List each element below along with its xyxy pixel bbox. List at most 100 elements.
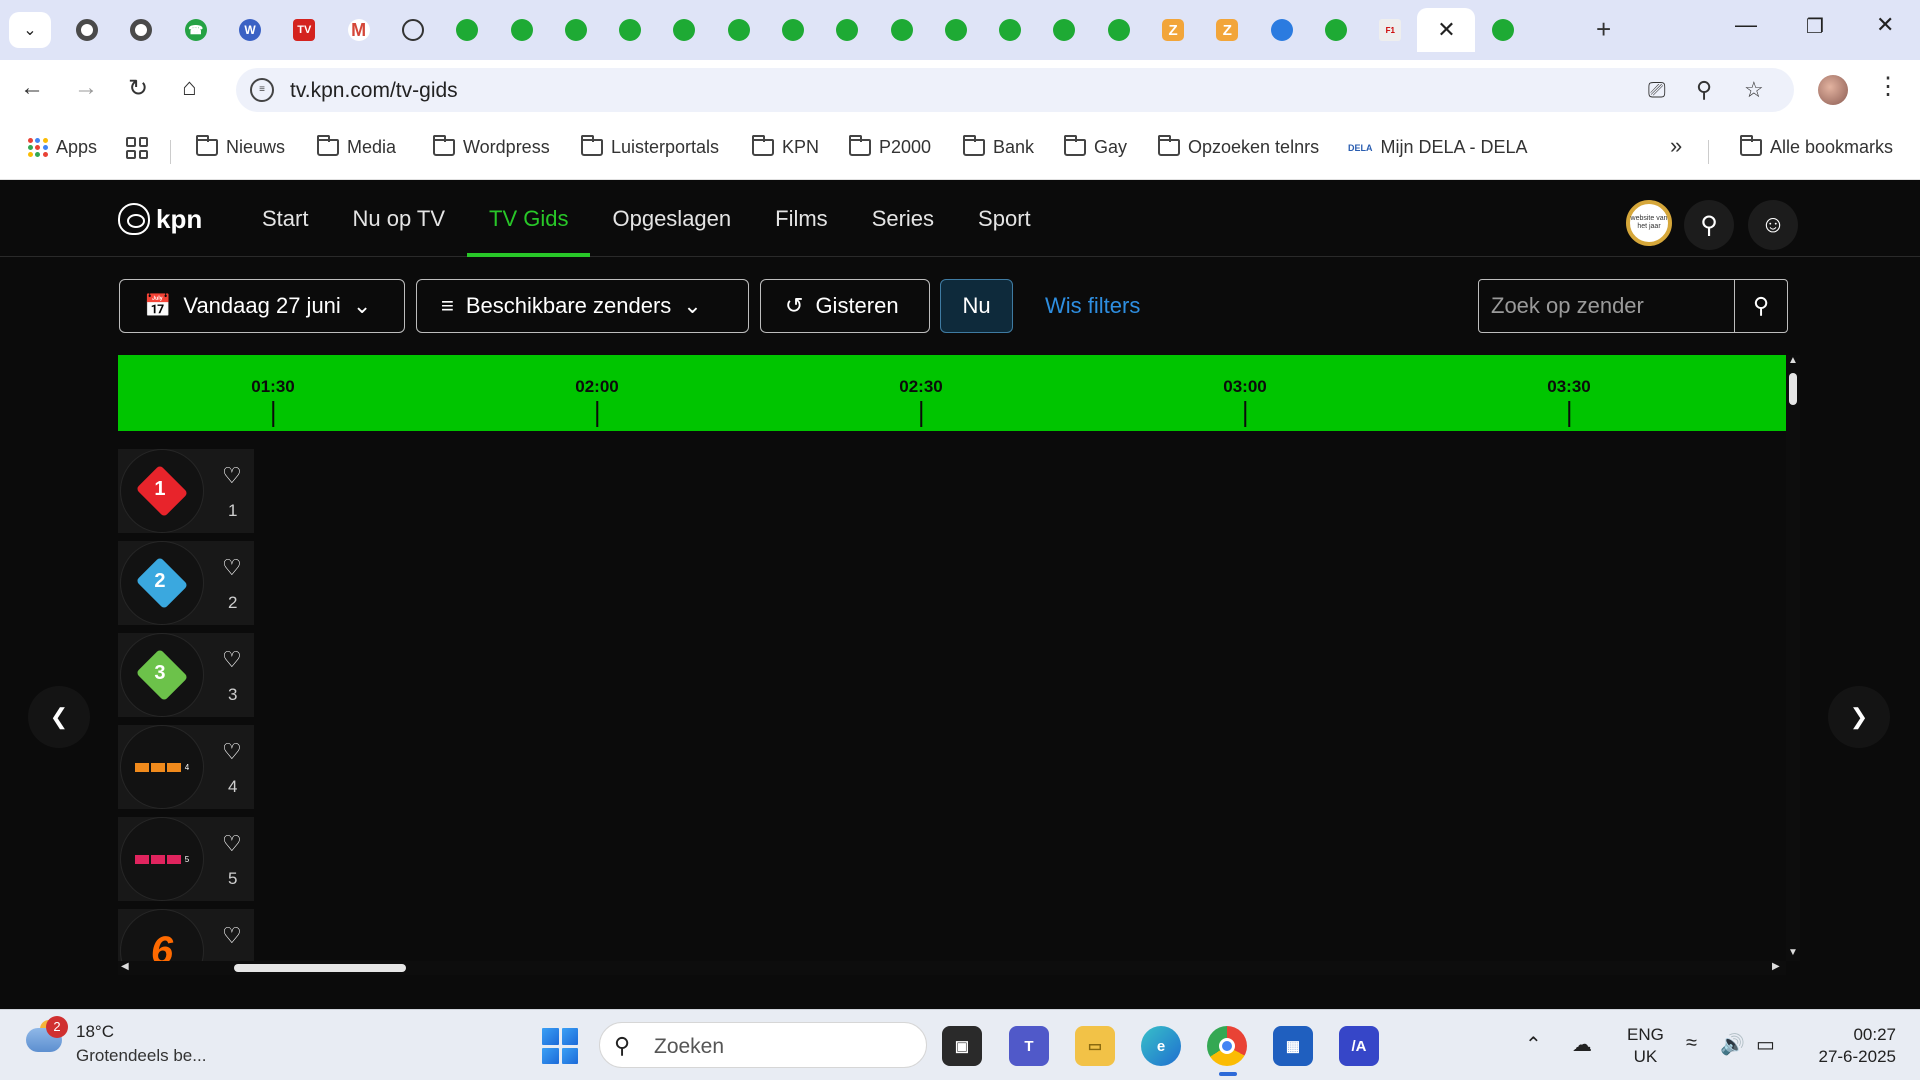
browser-tab[interactable]: ✕	[1417, 8, 1476, 52]
channel-row[interactable]: 2 ♡ 2	[118, 541, 254, 625]
channel-search-input[interactable]	[1479, 280, 1735, 332]
channel-logo[interactable]: 2	[120, 541, 204, 625]
browser-tab[interactable]: ☎	[169, 8, 223, 52]
browser-tab[interactable]	[929, 8, 983, 52]
restore-button[interactable]: ❐	[1806, 14, 1824, 39]
browser-tab[interactable]	[1309, 8, 1363, 52]
zoom-icon[interactable]: ⚲	[1696, 77, 1712, 103]
scroll-down-arrow[interactable]: ▼	[1788, 947, 1798, 958]
horizontal-scroll-thumb[interactable]	[234, 964, 406, 972]
store-app[interactable]: ▦	[1273, 1026, 1313, 1066]
previous-time-button[interactable]: ❮	[28, 686, 90, 748]
scroll-up-arrow[interactable]: ▲	[1788, 355, 1798, 366]
tray-overflow-icon[interactable]: ⌃	[1525, 1032, 1542, 1057]
browser-tab[interactable]	[1037, 8, 1091, 52]
nav-item-nu-op-tv[interactable]: Nu op TV	[330, 181, 467, 257]
bookmark-star-icon[interactable]: ☆	[1744, 77, 1764, 103]
channel-row[interactable]: 5 ♡ 5	[118, 817, 254, 901]
tab-groups-button[interactable]	[126, 137, 148, 159]
wifi-icon[interactable]: ≈	[1686, 1032, 1697, 1055]
vertical-scroll-thumb[interactable]	[1789, 373, 1797, 405]
heart-icon[interactable]: ♡	[222, 923, 242, 949]
onedrive-icon[interactable]: ☁	[1572, 1032, 1592, 1057]
channel-logo[interactable]: 1	[120, 449, 204, 533]
heart-icon[interactable]: ♡	[222, 647, 242, 673]
channel-logo[interactable]: 4	[120, 725, 204, 809]
browser-tab[interactable]	[60, 8, 114, 52]
browser-tab[interactable]	[114, 8, 168, 52]
nav-item-tv-gids[interactable]: TV Gids	[467, 181, 591, 257]
reload-button[interactable]: ↻	[128, 74, 148, 103]
heart-icon[interactable]: ♡	[222, 555, 242, 581]
browser-tab[interactable]	[1255, 8, 1309, 52]
browser-tab[interactable]	[549, 8, 603, 52]
site-info-icon[interactable]: ≡	[250, 78, 274, 102]
browser-menu-button[interactable]: ⋮	[1876, 72, 1900, 101]
close-icon[interactable]: ✕	[1437, 17, 1455, 43]
now-button[interactable]: Nu	[940, 279, 1013, 333]
browser-tab[interactable]	[820, 8, 874, 52]
kpn-logo[interactable]: kpn	[118, 203, 202, 235]
task-view-app[interactable]: ▣	[942, 1026, 982, 1066]
heart-icon[interactable]: ♡	[222, 463, 242, 489]
profile-avatar[interactable]	[1818, 75, 1848, 105]
browser-tab[interactable]	[874, 8, 928, 52]
bookmark-folder-p2000[interactable]: P2000	[849, 135, 931, 158]
bookmark-folder-media[interactable]: Media	[317, 135, 396, 158]
browser-tab[interactable]	[712, 8, 766, 52]
browser-tab[interactable]	[983, 8, 1037, 52]
forward-button[interactable]: →	[74, 74, 98, 102]
channels-filter-button[interactable]: ≡ Beschikbare zenders ⌄	[416, 279, 749, 333]
bookmark-folder-luisterportals[interactable]: Luisterportals	[581, 135, 719, 158]
browser-tab[interactable]	[1092, 8, 1146, 52]
nav-item-opgeslagen[interactable]: Opgeslagen	[590, 181, 753, 257]
heart-icon[interactable]: ♡	[222, 831, 242, 857]
date-filter-button[interactable]: 📅 Vandaag 27 juni ⌄	[119, 279, 405, 333]
browser-tab[interactable]: F1	[1363, 8, 1417, 52]
bookmark-apps[interactable]: Apps	[28, 137, 97, 158]
bookmark-folder-opzoeken-telnrs[interactable]: Opzoeken telnrs	[1158, 135, 1319, 158]
file-explorer-app[interactable]: ▭	[1075, 1026, 1115, 1066]
scroll-left-arrow[interactable]: ◀	[121, 961, 129, 972]
install-app-icon[interactable]: ⎚	[1648, 77, 1666, 103]
nav-item-start[interactable]: Start	[240, 181, 330, 257]
battery-icon[interactable]: ▭	[1756, 1032, 1775, 1057]
bookmark-folder-gay[interactable]: Gay	[1064, 135, 1127, 158]
browser-tab[interactable]	[766, 8, 820, 52]
all-bookmarks-button[interactable]: Alle bookmarks	[1740, 135, 1893, 158]
browser-tab[interactable]	[603, 8, 657, 52]
vertical-scrollbar[interactable]: ▲ ▼	[1786, 355, 1800, 961]
address-bar[interactable]: ≡ tv.kpn.com/tv-gids ⎚ ⚲ ☆	[236, 68, 1794, 112]
browser-tab[interactable]: W	[223, 8, 277, 52]
bookmark-folder-wordpress[interactable]: Wordpress	[433, 135, 550, 158]
bookmark-mijn-dela[interactable]: DELA Mijn DELA - DELA	[1348, 137, 1528, 158]
bookmarks-overflow-button[interactable]: »	[1670, 133, 1682, 159]
new-tab-button[interactable]: +	[1596, 14, 1611, 45]
browser-tab[interactable]: TV	[277, 8, 331, 52]
ai-app[interactable]: /A	[1339, 1026, 1379, 1066]
taskbar-search[interactable]: ⚲ Zoeken	[599, 1022, 927, 1068]
account-button[interactable]: ☺	[1748, 200, 1798, 250]
tab-search-button[interactable]: ⌄	[9, 12, 51, 48]
channel-row[interactable]: 3 ♡ 3	[118, 633, 254, 717]
channel-logo[interactable]: 5	[120, 817, 204, 901]
next-time-button[interactable]: ❯	[1828, 686, 1890, 748]
browser-tab[interactable]	[657, 8, 711, 52]
browser-tab[interactable]	[386, 8, 440, 52]
browser-tab[interactable]	[440, 8, 494, 52]
browser-tab[interactable]: M	[331, 8, 385, 52]
search-button[interactable]: ⚲	[1684, 200, 1734, 250]
browser-tab[interactable]: Z	[1200, 8, 1254, 52]
browser-tab[interactable]	[494, 8, 548, 52]
nav-item-films[interactable]: Films	[753, 181, 850, 257]
browser-tab[interactable]: Z	[1146, 8, 1200, 52]
channel-search-submit[interactable]: ⚲	[1735, 280, 1787, 332]
heart-icon[interactable]: ♡	[222, 739, 242, 765]
browser-tab[interactable]	[1475, 8, 1529, 52]
channel-row[interactable]: 1 ♡ 1	[118, 449, 254, 533]
clear-filters-link[interactable]: Wis filters	[1045, 293, 1140, 319]
system-clock[interactable]: 00:27 27-6-2025	[1806, 1024, 1896, 1068]
scroll-right-arrow[interactable]: ▶	[1772, 961, 1780, 972]
website-award-badge[interactable]: website van het jaar	[1626, 200, 1672, 246]
nav-item-series[interactable]: Series	[850, 181, 956, 257]
